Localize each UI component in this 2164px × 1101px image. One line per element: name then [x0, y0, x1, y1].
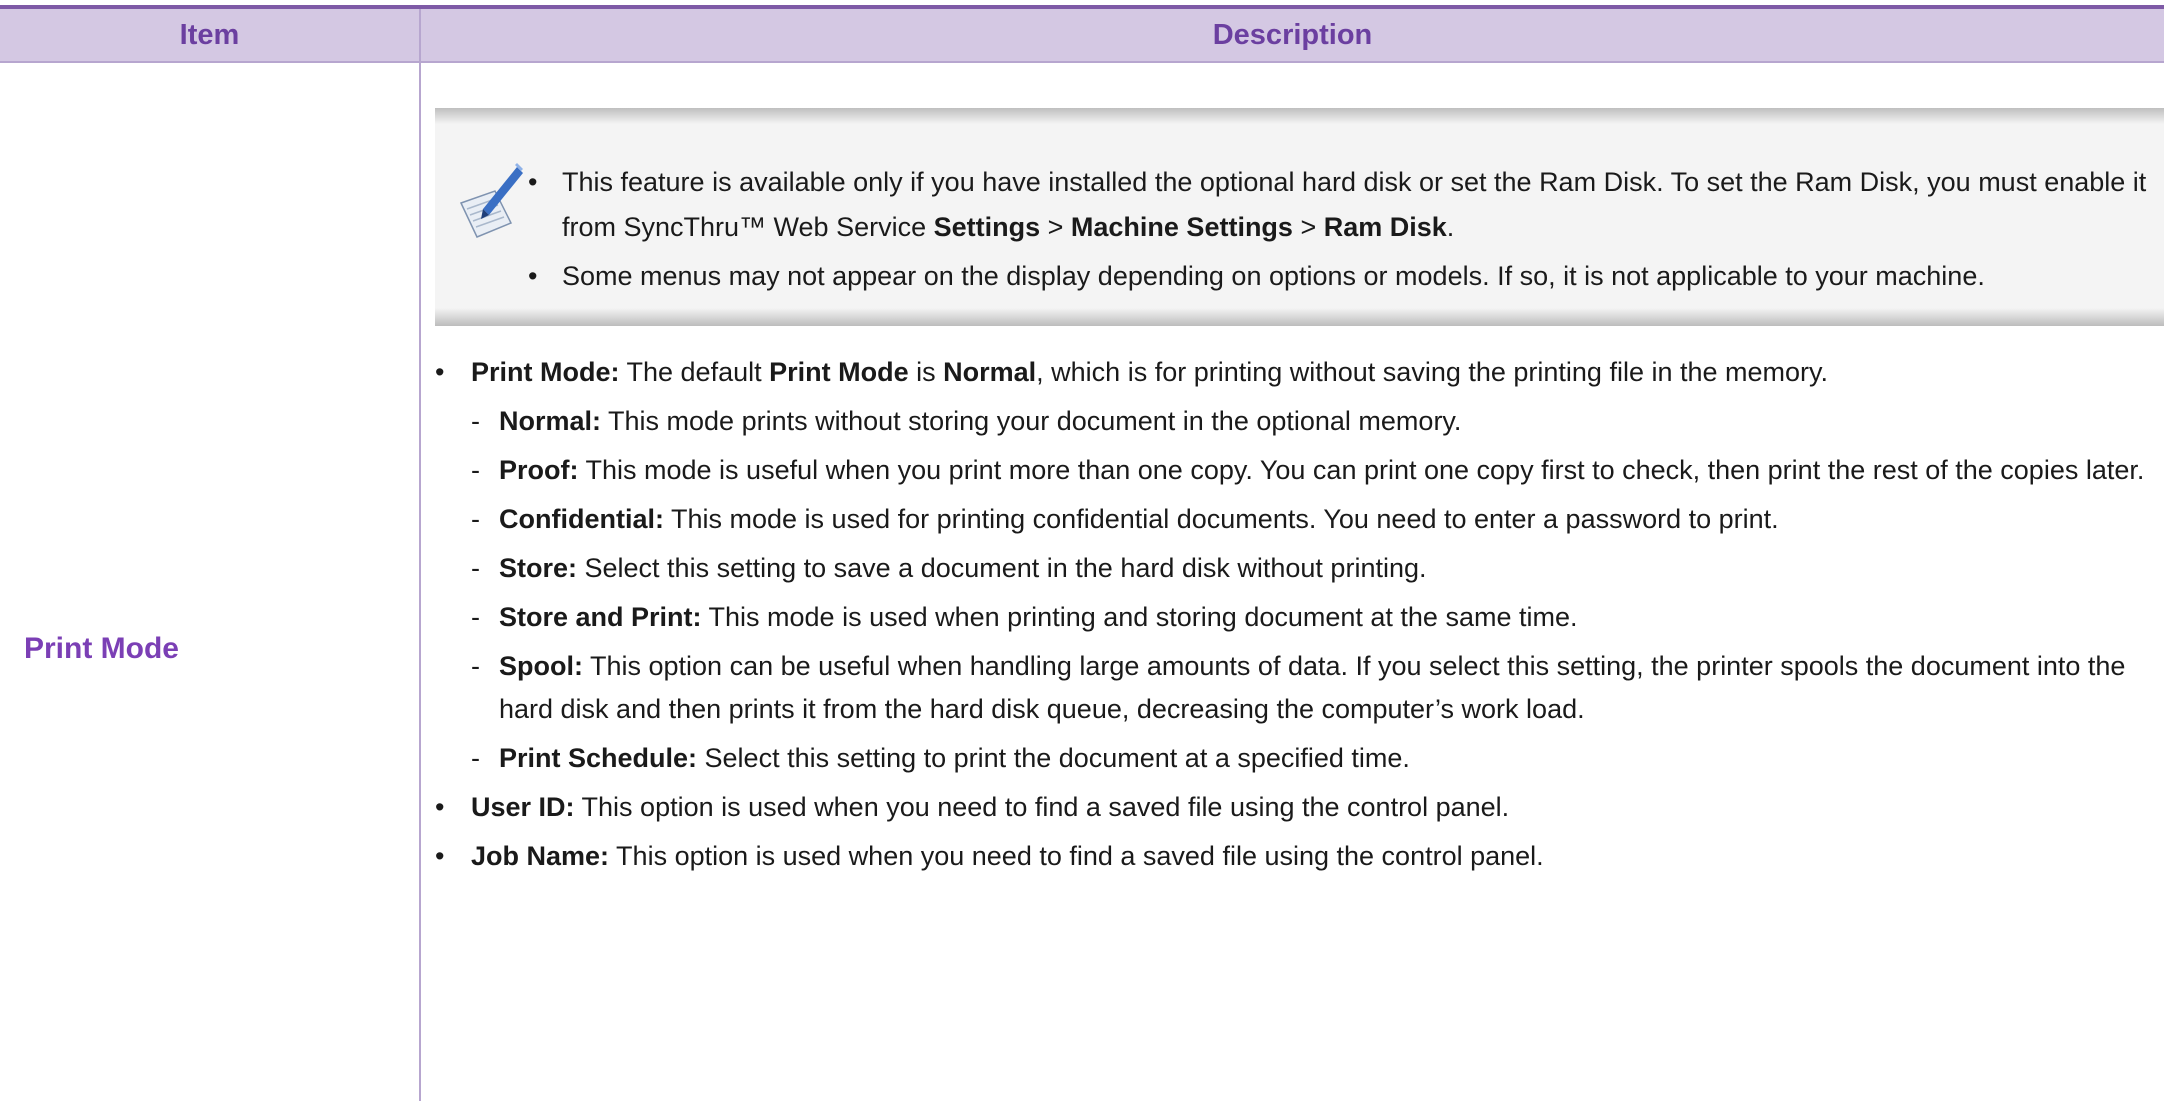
print-mode-label: Print Mode: — [471, 357, 620, 387]
text: , which is for printing without saving t… — [1036, 357, 1829, 387]
machine-settings-term: Machine Settings — [1070, 212, 1293, 242]
job-name-label: Job Name: — [471, 841, 610, 871]
mode-label: Normal: — [499, 406, 602, 436]
mode-item-normal: - Normal: This mode prints without storin… — [471, 400, 2149, 443]
mode-text: Select this setting to print the documen… — [697, 743, 1410, 773]
header-description: Description — [1212, 19, 1373, 51]
mode-item-print-schedule: - Print Schedule: Select this setting to … — [471, 737, 2149, 780]
mode-text: This mode is used when printing and stor… — [701, 602, 1578, 632]
document-page: Item Description Print Mode • This featu… — [0, 0, 2164, 1101]
list-item-print-mode: • Print Mode: The default Print Mode is … — [421, 351, 2149, 780]
mode-label: Store: — [499, 553, 578, 583]
dash: - — [471, 602, 480, 632]
note-item: • This feature is available only if you … — [528, 160, 2158, 250]
mode-text: Select this setting to save a document i… — [577, 553, 1427, 583]
note-text: Some menus may not appear on the display… — [562, 261, 1985, 291]
mode-item-proof: - Proof: This mode is useful when you pri… — [471, 449, 2149, 492]
mode-label: Print Schedule: — [499, 743, 698, 773]
description-list: • Print Mode: The default Print Mode is … — [421, 351, 2149, 884]
mode-text: This option can be useful when handling … — [499, 651, 2126, 724]
bullet: • — [528, 167, 538, 197]
item-label-print-mode: Print Mode — [24, 632, 179, 665]
dash: - — [471, 504, 480, 534]
dash: - — [471, 651, 480, 681]
bullet: • — [435, 357, 445, 387]
mode-item-spool: - Spool: This option can be useful when h… — [471, 645, 2149, 731]
text: The default — [619, 357, 770, 387]
dash: - — [471, 743, 480, 773]
text: is — [908, 357, 944, 387]
list-item-user-id: • User ID: This option is used when you n… — [421, 786, 2149, 829]
bold-term: Print Mode — [769, 357, 909, 387]
mode-label: Proof: — [499, 455, 579, 485]
bold-term: Normal — [943, 357, 1037, 387]
note-list: • This feature is available only if you … — [528, 160, 2158, 303]
mode-text: This mode is used for printing confident… — [663, 504, 1779, 534]
note-shade-top — [435, 108, 2164, 124]
bullet: • — [435, 841, 445, 871]
mode-list: - Normal: This mode prints without storin… — [471, 400, 2149, 780]
mode-item-confidential: - Confidential: This mode is used for pri… — [471, 498, 2149, 541]
header-item: Item — [179, 19, 240, 51]
job-name-text: This option is used when you need to fin… — [609, 841, 1544, 871]
mode-text: This mode is useful when you print more … — [578, 455, 2145, 485]
separator: > — [1292, 212, 1324, 242]
mode-label: Confidential: — [499, 504, 664, 534]
note-box: • This feature is available only if you … — [435, 108, 2164, 326]
note-pen-icon — [459, 163, 523, 238]
mode-item-store: - Store: Select this setting to save a do… — [471, 547, 2149, 590]
bullet: • — [528, 261, 538, 291]
note-shade-bottom — [435, 308, 2164, 326]
ram-disk-term: Ram Disk — [1323, 212, 1447, 242]
settings-term: Settings — [933, 212, 1041, 242]
dash: - — [471, 455, 480, 485]
separator: > — [1040, 212, 1071, 242]
user-id-text: This option is used when you need to fin… — [574, 792, 1510, 822]
mode-item-store-and-print: - Store and Print: This mode is used when… — [471, 596, 2149, 639]
item-cell: Print Mode — [0, 61, 419, 1101]
user-id-label: User ID: — [471, 792, 575, 822]
bullet: • — [435, 792, 445, 822]
description-cell: • This feature is available only if you … — [421, 61, 2164, 1101]
mode-label: Store and Print: — [499, 602, 702, 632]
dash: - — [471, 406, 480, 436]
period: . — [1446, 212, 1455, 242]
list-item-job-name: • Job Name: This option is used when you … — [421, 835, 2149, 878]
dash: - — [471, 553, 480, 583]
note-item: • Some menus may not appear on the displa… — [528, 254, 2158, 299]
table-header: Item Description — [0, 9, 2164, 63]
mode-text: This mode prints without storing your do… — [601, 406, 1462, 436]
mode-label: Spool: — [499, 651, 583, 681]
